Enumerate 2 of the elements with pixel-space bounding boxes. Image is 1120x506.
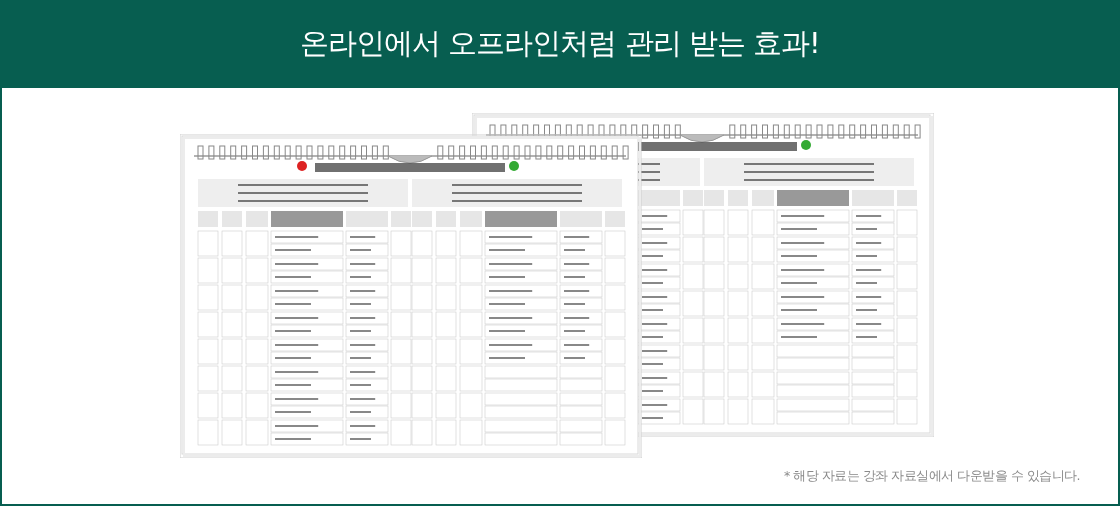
banner-title: 온라인에서 오프라인처럼 관리 받는 효과! [300, 25, 820, 63]
footnote: * 해당 자료는 강좌 자료실에서 다운받을 수 있습니다. [783, 467, 1080, 486]
